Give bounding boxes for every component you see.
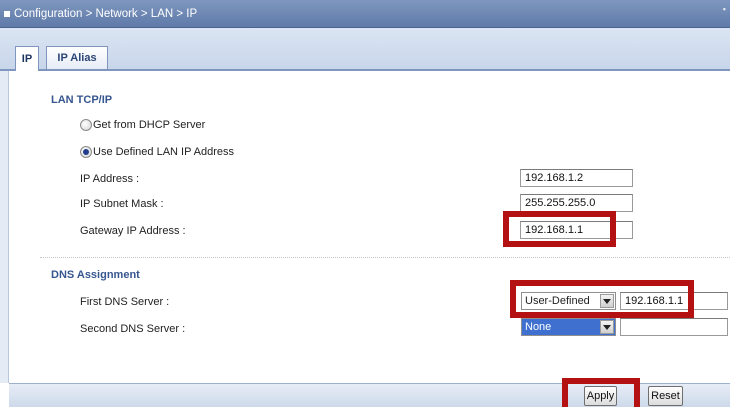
tab-ip[interactable]: IP — [15, 46, 39, 71]
first-dns-highlight-box — [510, 280, 694, 318]
section-title-dns: DNS Assignment — [51, 269, 140, 281]
gateway-highlight-box — [503, 211, 616, 247]
radio-defined-ip[interactable] — [80, 146, 92, 158]
radio-dhcp-label: Get from DHCP Server — [93, 119, 206, 131]
radio-dhcp[interactable] — [80, 119, 92, 131]
left-frame-border — [0, 71, 9, 383]
section-title-lan-tcpip: LAN TCP/IP — [51, 94, 113, 106]
second-dns-type-select[interactable]: None — [521, 318, 616, 336]
reset-button[interactable]: Reset — [648, 386, 683, 406]
second-dns-type-value: None — [525, 321, 552, 333]
first-dns-label: First DNS Server : — [80, 296, 170, 308]
window-icon — [4, 10, 10, 17]
apply-highlight-box — [562, 378, 640, 407]
radio-defined-ip-label: Use Defined LAN IP Address — [93, 146, 235, 158]
resize-grip-icon: ▪ — [722, 4, 726, 14]
subnet-mask-field[interactable] — [520, 194, 633, 212]
second-dns-field[interactable] — [620, 318, 728, 336]
tab-ip-alias[interactable]: IP Alias — [46, 46, 108, 69]
ip-address-field[interactable] — [520, 169, 633, 187]
chevron-down-icon[interactable] — [600, 320, 614, 334]
gateway-label: Gateway IP Address : — [80, 225, 186, 237]
breadcrumb: Configuration > Network > LAN > IP — [14, 7, 198, 20]
ip-address-label: IP Address : — [80, 173, 140, 185]
second-dns-label: Second DNS Server : — [80, 323, 186, 335]
tab-bar: IP IP Alias — [0, 28, 730, 71]
section-divider — [40, 257, 730, 258]
title-bar: Configuration > Network > LAN > IP ▪ — [0, 0, 730, 28]
subnet-mask-label: IP Subnet Mask : — [80, 198, 164, 210]
